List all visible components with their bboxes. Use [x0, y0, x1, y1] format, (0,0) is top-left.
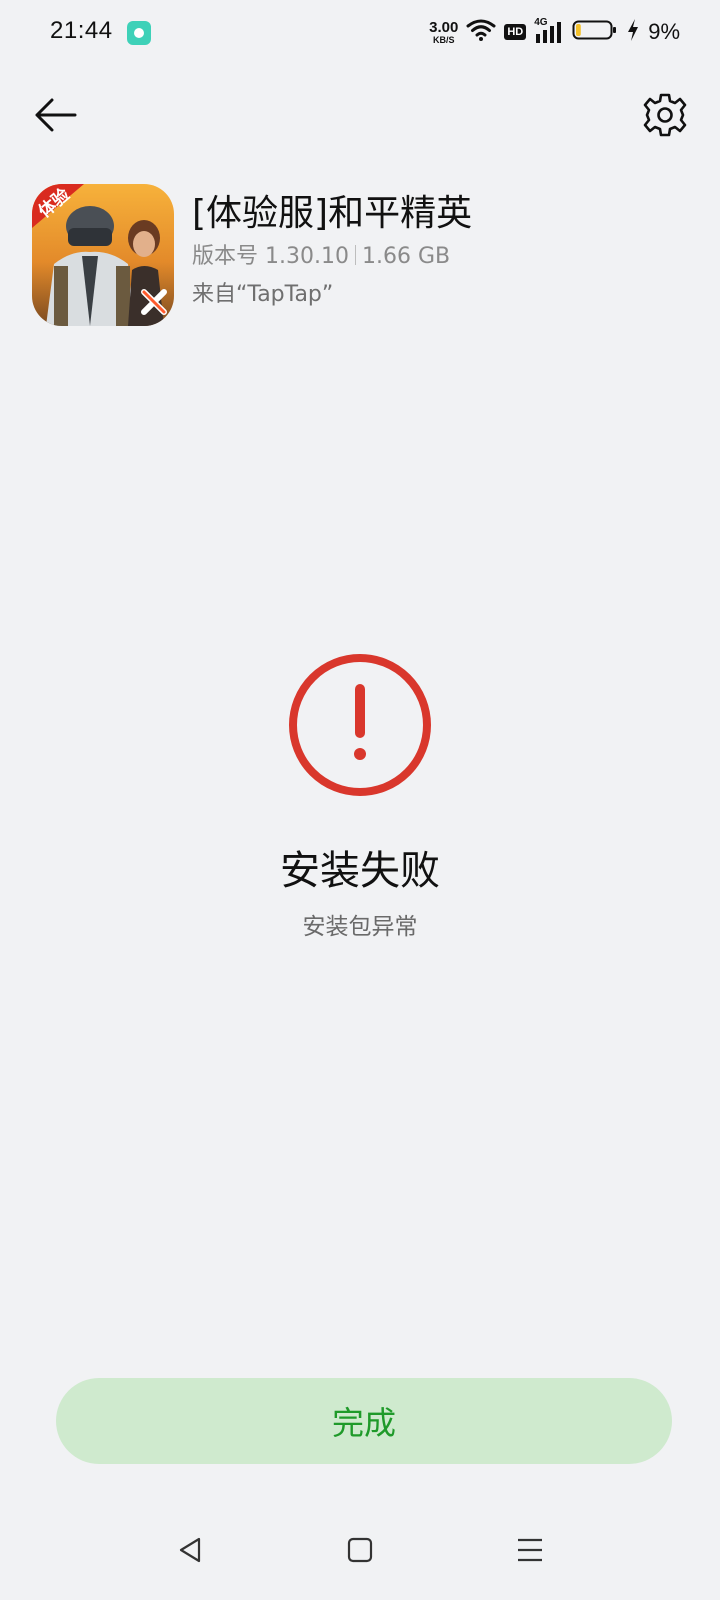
app-name: [体验服]和平精英	[192, 193, 473, 234]
battery-percent: 9%	[648, 19, 680, 44]
battery-icon	[572, 18, 618, 46]
meta-divider	[354, 245, 356, 265]
done-button[interactable]: 完成	[56, 1378, 672, 1464]
result-subtitle: 安装包异常	[302, 914, 418, 940]
notification-app-icon	[127, 21, 151, 45]
status-time: 21:44	[50, 17, 113, 44]
alert-circle-icon	[288, 653, 432, 797]
settings-button[interactable]	[640, 90, 690, 140]
top-bar	[0, 80, 720, 150]
network-speed: 3.00 KB/S	[429, 20, 458, 45]
nav-home-button[interactable]	[330, 1520, 390, 1580]
menu-lines-icon	[518, 1538, 542, 1562]
app-size: 1.66 GB	[361, 244, 451, 269]
result-title: 安装失败	[280, 848, 440, 894]
cellular-signal-icon: 4G	[534, 17, 564, 45]
app-version: 版本号 1.30.10	[192, 244, 349, 269]
hd-badge: HD	[504, 24, 527, 40]
status-indicators: 3.00 KB/S HD 4G 9%	[429, 16, 680, 48]
network-speed-unit: KB/S	[432, 34, 455, 45]
navigation-bar	[0, 1500, 720, 1600]
app-header: 体验 [体验服]和平精英 版本号 1.30.10 1.66 GB 来自“TapTa…	[32, 184, 688, 326]
app-icon: 体验	[32, 184, 174, 326]
status-bar: 21:44 3.00 KB/S HD 4G 9%	[0, 0, 720, 64]
nav-back-button[interactable]	[160, 1520, 220, 1580]
wifi-icon	[466, 18, 496, 46]
app-info: [体验服]和平精英 版本号 1.30.10 1.66 GB 来自“TapTap”	[192, 192, 472, 310]
app-meta: 版本号 1.30.10 1.66 GB	[192, 242, 472, 272]
square-home-icon	[347, 1537, 373, 1563]
charging-icon	[626, 18, 640, 46]
triangle-back-icon	[179, 1537, 201, 1563]
arrow-left-icon	[35, 98, 77, 132]
back-button[interactable]	[30, 90, 80, 140]
app-source: 来自“TapTap”	[192, 282, 334, 307]
network-speed-value: 3.00	[429, 18, 459, 36]
gear-icon	[643, 93, 687, 137]
nav-recents-button[interactable]	[500, 1520, 560, 1580]
